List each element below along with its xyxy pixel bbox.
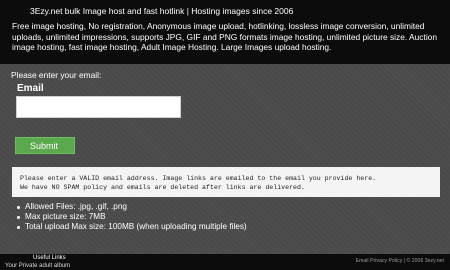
copyright-text: Email Privacy Policy | © 2006 3ezy.net — [355, 258, 444, 264]
site-footer: Useful Links Your Private adult album Em… — [0, 254, 450, 270]
list-item: Allowed Files: .jpg, .gif, .png — [14, 202, 247, 212]
list-item: Total upload Max size: 100MB (when uploa… — [14, 222, 247, 232]
site-header: 3Ezy.net bulk Image host and fast hotlin… — [0, 0, 450, 64]
notice-line-2: We have NO SPAM policy and emails are de… — [20, 184, 305, 191]
notice-line-1: Please enter a VALID email address. Imag… — [20, 175, 377, 182]
email-prompt: Please enter your email: — [11, 70, 102, 80]
email-label: Email — [17, 83, 44, 94]
email-notice: Please enter a VALID email address. Imag… — [12, 167, 440, 197]
site-description: Free image hosting, No registration, Ano… — [12, 21, 437, 52]
upload-limits-list: Allowed Files: .jpg, .gif, .png Max pict… — [14, 202, 247, 232]
site-title: 3Ezy.net bulk Image host and fast hotlin… — [30, 6, 294, 16]
list-item: Max picture size: 7MB — [14, 212, 247, 222]
private-adult-album-link[interactable]: Your Private adult album — [5, 263, 70, 269]
useful-links-heading: Useful Links — [33, 255, 66, 261]
main-content: Please enter your email: Email Submit Pl… — [0, 64, 450, 254]
email-input[interactable] — [16, 96, 181, 118]
submit-button[interactable]: Submit — [15, 137, 75, 154]
